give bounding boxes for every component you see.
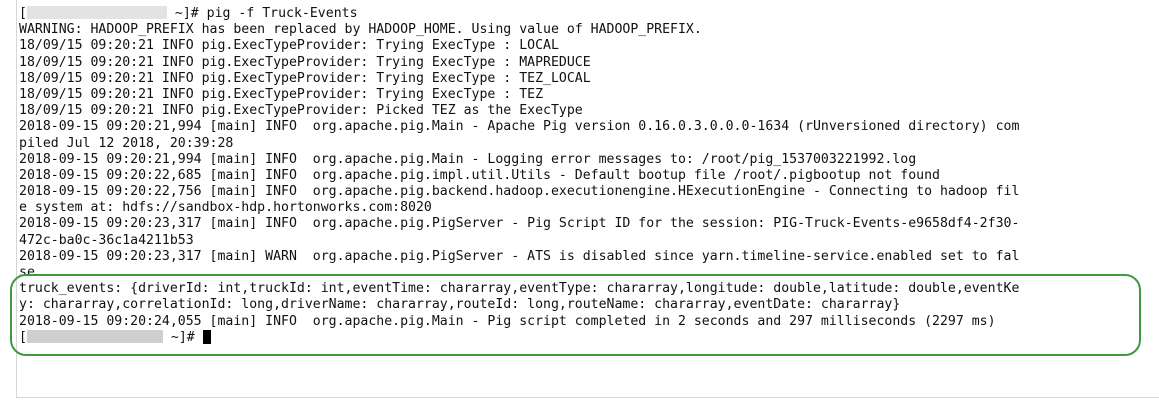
log-output: WARNING: HADOOP_PREFIX has been replaced… bbox=[19, 22, 1159, 281]
log-line: 2018-09-15 09:20:21,994 [main] INFO org.… bbox=[19, 119, 1020, 135]
log-line: e system at: hdfs://sandbox-hdp.hortonwo… bbox=[19, 200, 432, 216]
log-line: 18/09/15 09:20:21 INFO pig.ExecTypeProvi… bbox=[19, 103, 583, 119]
log-line: 2018-09-15 09:20:21,994 [main] INFO org.… bbox=[19, 151, 917, 167]
prompt-suffix: ~]# bbox=[162, 329, 203, 345]
log-line: se bbox=[19, 265, 35, 280]
schema-line: truck_events: {driverId: int,truckId: in… bbox=[19, 281, 1020, 297]
redacted-user-host bbox=[26, 329, 163, 343]
log-line: 18/09/15 09:20:21 INFO pig.ExecTypeProvi… bbox=[19, 86, 544, 102]
redacted-user-host bbox=[26, 6, 167, 19]
prompt-suffix: ~]# bbox=[166, 6, 207, 21]
highlighted-output: truck_events: {driverId: int,truckId: in… bbox=[19, 281, 1159, 330]
terminal-cursor[interactable] bbox=[202, 329, 211, 344]
log-line: 18/09/15 09:20:21 INFO pig.ExecTypeProvi… bbox=[19, 54, 591, 70]
log-line: 18/09/15 09:20:21 INFO pig.ExecTypeProvi… bbox=[19, 70, 591, 86]
prompt-prefix: [ bbox=[19, 6, 27, 21]
command-text: pig -f Truck-Events bbox=[206, 6, 358, 21]
log-line: 2018-09-15 09:20:22,685 [main] INFO org.… bbox=[19, 167, 940, 183]
log-line: WARNING: HADOOP_PREFIX has been replaced… bbox=[19, 22, 702, 38]
log-line: 18/09/15 09:20:21 INFO pig.ExecTypeProvi… bbox=[19, 38, 559, 54]
completion-line: 2018-09-15 09:20:24,055 [main] INFO org.… bbox=[19, 313, 996, 329]
log-line: 2018-09-15 09:20:22,756 [main] INFO org.… bbox=[19, 184, 1020, 200]
prompt-prefix: [ bbox=[19, 329, 27, 345]
log-line: 472c-ba0c-36c1a4211b53 bbox=[19, 232, 194, 248]
schema-line: y: chararray,correlationId: long,driverN… bbox=[19, 297, 901, 313]
command-prompt-line: [ ~]# pig -f Truck-Events bbox=[19, 6, 1159, 22]
log-line: 2018-09-15 09:20:23,317 [main] WARN org.… bbox=[19, 248, 1020, 264]
final-prompt-line: [ ~]# bbox=[19, 329, 1159, 346]
log-line: piled Jul 12 2018, 20:39:28 bbox=[19, 135, 234, 151]
terminal-output[interactable]: [ ~]# pig -f Truck-Events WARNING: HADOO… bbox=[0, 0, 1159, 402]
log-line: 2018-09-15 09:20:23,317 [main] INFO org.… bbox=[19, 216, 1020, 232]
